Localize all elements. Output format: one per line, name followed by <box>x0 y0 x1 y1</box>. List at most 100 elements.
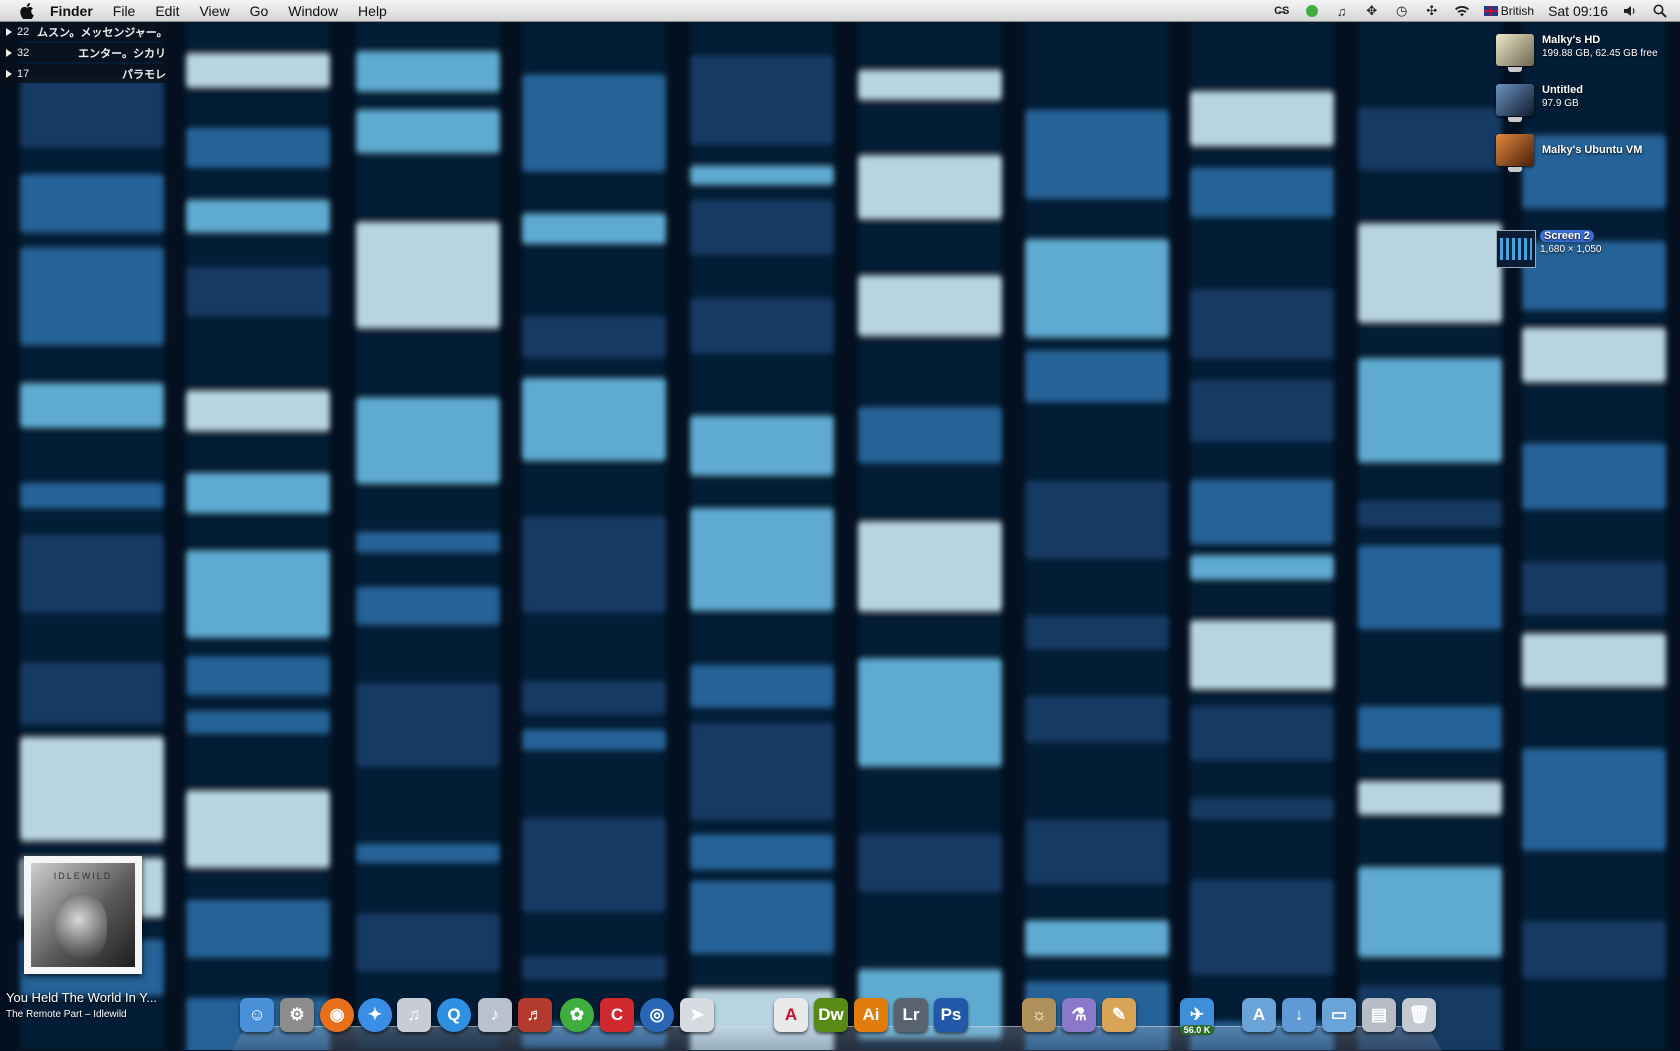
feed-title: パラモレ <box>122 68 166 81</box>
menu-help[interactable]: Help <box>348 0 397 22</box>
documents-folder-icon[interactable]: ▭ <box>1322 998 1356 1032</box>
itunes-icon[interactable]: ♫ <box>397 998 431 1032</box>
potion-glyph: ⚗ <box>1071 1005 1087 1024</box>
garageband-glyph: ♬ <box>526 1005 544 1024</box>
trash-icon[interactable]: 🗑 <box>1402 998 1436 1032</box>
feed-row[interactable]: 22 ムスン。メッセンジャー。 <box>2 22 170 41</box>
quicktime-glyph: Q <box>447 1005 461 1024</box>
system-preferences-icon[interactable]: ⚙ <box>280 998 314 1032</box>
screenshot-thumbnail-icon <box>1496 230 1536 268</box>
adium-status-icon[interactable] <box>1304 3 1320 19</box>
volume-name: Malky's Ubuntu VM <box>1542 144 1643 156</box>
dreamweaver-glyph: Dw <box>818 1005 844 1024</box>
twitter-bird-glyph: ✈ <box>1189 1005 1205 1024</box>
app-c-glyph: C <box>610 1005 624 1024</box>
feed-widget: 22 ムスン。メッセンジャー。 32 エンター。シカリ 17 パラモレ <box>2 22 170 85</box>
firefox-glyph: ◉ <box>329 1005 345 1024</box>
virtual-machine-icon <box>1496 134 1534 172</box>
google-earth-glyph: ◎ <box>649 1005 665 1024</box>
potion-icon[interactable]: ⚗ <box>1062 998 1096 1032</box>
volume-untitled[interactable]: Untitled 97.9 GB <box>1496 84 1583 122</box>
downloads-folder-glyph: ↓ <box>1294 1005 1304 1024</box>
track-title: You Held The World In Y... <box>6 990 158 1005</box>
adium-duck-icon[interactable]: ✿ <box>560 998 594 1032</box>
downloads-folder-icon[interactable]: ↓ <box>1282 998 1316 1032</box>
screenshot-file-screen-2[interactable]: Screen 2 1,680 × 1,050 <box>1496 230 1601 268</box>
desktop-wallpaper <box>0 0 1680 1050</box>
apple-icon[interactable] <box>14 2 40 19</box>
paw-icon[interactable]: ✥ <box>1364 3 1380 19</box>
feed-title: エンター。シカリ <box>78 47 166 60</box>
disclosure-triangle-icon[interactable] <box>6 69 12 78</box>
menu-file[interactable]: File <box>103 0 146 22</box>
input-source-menu[interactable]: British <box>1483 4 1535 18</box>
applications-folder-glyph: A <box>1252 1005 1266 1024</box>
trash-glyph: 🗑 <box>1408 1005 1430 1024</box>
app-c-icon[interactable]: C <box>600 998 634 1032</box>
twitter-bird-icon[interactable]: ✈ 56.0 K <box>1180 998 1214 1035</box>
volume-info: 97.9 GB <box>1542 98 1579 109</box>
guitar-icon[interactable]: ♪ <box>478 998 512 1032</box>
safari-icon[interactable]: ✦ <box>358 998 392 1032</box>
sign-glyph: ✎ <box>1111 1005 1127 1024</box>
preview-glyph: ▤ <box>1370 1005 1388 1024</box>
volume-ubuntu-vm[interactable]: Malky's Ubuntu VM <box>1496 134 1643 172</box>
dreamweaver-icon[interactable]: Dw <box>814 998 848 1032</box>
file-info: 1,680 × 1,050 <box>1540 244 1602 255</box>
photo-app-icon[interactable]: ☼ <box>1022 998 1056 1032</box>
spotlight-search-icon[interactable] <box>1652 3 1668 19</box>
lightroom-glyph: Lr <box>902 1005 920 1024</box>
hard-drive-icon <box>1496 34 1534 72</box>
input-source-label: British <box>1500 4 1535 18</box>
volume-info: 199.88 GB, 62.45 GB free <box>1542 48 1658 59</box>
paper-plane-icon[interactable]: ➤ <box>680 998 714 1032</box>
lightroom-icon[interactable]: Lr <box>894 998 928 1032</box>
feed-title: ムスン。メッセンジャー。 <box>37 26 166 39</box>
itunes-glyph: ♫ <box>407 1005 421 1024</box>
menu-edit[interactable]: Edit <box>145 0 189 22</box>
disclosure-triangle-icon[interactable] <box>6 48 12 57</box>
preview-icon[interactable]: ▤ <box>1362 998 1396 1032</box>
bluetooth-icon[interactable]: ✣ <box>1424 3 1440 19</box>
time-machine-icon[interactable]: ◷ <box>1394 3 1410 19</box>
photoshop-icon[interactable]: Ps <box>934 998 968 1032</box>
documents-folder-glyph: ▭ <box>1330 1005 1348 1024</box>
photoshop-glyph: Ps <box>940 1005 962 1024</box>
guitar-glyph: ♪ <box>490 1005 500 1024</box>
menu-app-finder[interactable]: Finder <box>40 0 103 22</box>
volume-malkys-hd[interactable]: Malky's HD 199.88 GB, 62.45 GB free <box>1496 34 1658 72</box>
wifi-icon[interactable] <box>1454 3 1470 19</box>
volume-name: Untitled <box>1542 84 1583 96</box>
menu-window[interactable]: Window <box>278 0 348 22</box>
acrobat-glyph: A <box>784 1005 798 1024</box>
volume-name: Malky's HD <box>1542 34 1601 46</box>
music-note-icon[interactable]: ♫ <box>1334 3 1350 19</box>
applications-folder-icon[interactable]: A <box>1242 998 1276 1032</box>
safari-glyph: ✦ <box>367 1005 383 1024</box>
feed-count: 17 <box>17 67 30 80</box>
menu-go[interactable]: Go <box>240 0 279 22</box>
google-earth-icon[interactable]: ◎ <box>640 998 674 1032</box>
album-cover[interactable]: IDLEWILD <box>24 856 142 974</box>
illustrator-icon[interactable]: Ai <box>854 998 888 1032</box>
acrobat-icon[interactable]: A <box>774 998 808 1032</box>
quicktime-icon[interactable]: Q <box>437 998 471 1032</box>
disclosure-triangle-icon[interactable] <box>6 27 12 36</box>
feed-row[interactable]: 17 パラモレ <box>2 64 170 83</box>
feed-row[interactable]: 32 エンター。シカリ <box>2 43 170 62</box>
photo-app-glyph: ☼ <box>1031 1005 1047 1024</box>
volume-icon[interactable] <box>1622 3 1638 19</box>
uk-flag-icon <box>1483 6 1498 16</box>
paper-plane-glyph: ➤ <box>689 1005 705 1024</box>
album-portrait <box>55 893 107 959</box>
dock-badge: 56.0 K <box>1180 1025 1214 1035</box>
adium-duck-glyph: ✿ <box>569 1005 585 1024</box>
menu-clock[interactable]: Sat 09:16 <box>1548 3 1608 19</box>
firefox-icon[interactable]: ◉ <box>320 998 354 1032</box>
sign-icon[interactable]: ✎ <box>1102 998 1136 1032</box>
menu-bar: Finder File Edit View Go Window Help C̶S… <box>0 0 1680 22</box>
garageband-icon[interactable]: ♬ <box>518 998 552 1032</box>
cs-icon[interactable]: C̶S <box>1274 3 1290 19</box>
menu-view[interactable]: View <box>189 0 239 22</box>
finder-icon[interactable]: ☺ <box>240 998 274 1032</box>
